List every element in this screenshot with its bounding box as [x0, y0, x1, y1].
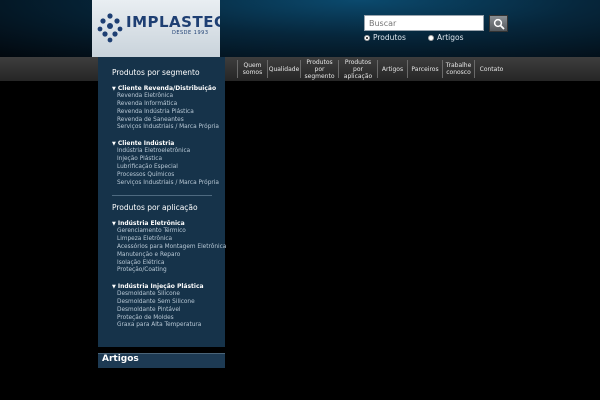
triangle-down-icon: ▼	[112, 140, 116, 147]
search-option-label: Produtos	[373, 33, 406, 42]
sidebar-link[interactable]: Limpeza Eletrônica	[117, 236, 172, 242]
group-cliente-revenda[interactable]: ▼ Cliente Revenda/Distribuição	[112, 85, 216, 92]
nav-item-quem-somos[interactable]: Quem somos	[238, 57, 267, 81]
application-heading: Produtos por aplicação	[112, 203, 198, 212]
search-icon	[493, 18, 505, 30]
sidebar-link[interactable]: Lubrificação Especial	[117, 164, 178, 170]
sidebar-link[interactable]: Indústria Eletroeletrônica	[117, 148, 190, 154]
search-input[interactable]	[364, 15, 484, 31]
sidebar-link[interactable]: Manutenção e Reparo	[117, 252, 180, 258]
artigos-title: Artigos	[102, 354, 139, 364]
sidebar-link[interactable]: Acessórios para Montagem Eletrônica	[117, 244, 226, 250]
nav-item-artigos[interactable]: Artigos	[378, 57, 407, 81]
radio-selected-icon[interactable]	[364, 34, 370, 41]
sidebar-link[interactable]: Revenda Eletrônica	[117, 93, 173, 99]
sidebar-link[interactable]: Injeção Plástica	[117, 156, 162, 162]
search-option-produtos[interactable]: Produtos	[364, 33, 406, 42]
sidebar-link[interactable]: Serviços Industriais / Marca Própria	[117, 124, 219, 130]
logo-tagline: DESDE 1993	[172, 30, 209, 36]
site-header	[0, 0, 600, 57]
segment-heading: Produtos por segmento	[112, 68, 200, 77]
search-option-label: Artigos	[437, 33, 464, 42]
sidebar-link[interactable]: Gerenciamento Térmico	[117, 228, 186, 234]
site-logo[interactable]: IMPLASTEC DESDE 1993	[92, 0, 220, 57]
nav-item-produtos-segmento[interactable]: Produtos por segmento	[301, 57, 338, 81]
nav-item-parceiros[interactable]: Parceiros	[408, 57, 442, 81]
sidebar-link[interactable]: Desmoldante Silicone	[117, 291, 180, 297]
group-industria-injecao[interactable]: ▼ Indústria Injeção Plástica	[112, 283, 204, 290]
search-option-artigos[interactable]: Artigos	[428, 33, 464, 42]
search-button[interactable]	[489, 15, 508, 32]
triangle-down-icon: ▼	[112, 283, 116, 290]
logo-dots-icon	[97, 13, 123, 43]
nav-item-trabalhe-conosco[interactable]: Trabalhe conosco	[443, 57, 474, 81]
sidebar-link[interactable]: Revenda de Saneantes	[117, 117, 184, 123]
group-cliente-industria[interactable]: ▼ Cliente Indústria	[112, 140, 174, 147]
radio-unselected-icon[interactable]	[428, 34, 434, 41]
sidebar-link[interactable]: Desmoldante Pintável	[117, 307, 181, 313]
sidebar-link[interactable]: Isolação Elétrica	[117, 260, 164, 266]
nav-item-produtos-aplicacao[interactable]: Produtos por aplicação	[339, 57, 377, 81]
sidebar-link[interactable]: Revenda Indústria Plástica	[117, 109, 194, 115]
sidebar-link[interactable]: Serviços Industriais / Marca Própria	[117, 180, 219, 186]
nav-item-qualidade[interactable]: Qualidade	[268, 57, 300, 81]
logo-wordmark: IMPLASTEC	[126, 13, 220, 31]
sidebar-link[interactable]: Processos Químicos	[117, 172, 174, 178]
sidebar-divider	[112, 195, 212, 196]
sidebar-link[interactable]: Proteção/Coating	[117, 267, 167, 273]
nav-item-contato[interactable]: Contato	[475, 57, 508, 81]
triangle-down-icon: ▼	[112, 220, 116, 227]
group-industria-eletronica[interactable]: ▼ Indústria Eletrônica	[112, 220, 185, 227]
triangle-down-icon: ▼	[112, 85, 116, 92]
sidebar-link[interactable]: Proteção de Moldes	[117, 315, 174, 321]
sidebar-link[interactable]: Revenda Informática	[117, 101, 177, 107]
sidebar-link[interactable]: Graxa para Alta Temperatura	[117, 322, 201, 328]
sidebar-link[interactable]: Desmoldante Sem Silicone	[117, 299, 195, 305]
